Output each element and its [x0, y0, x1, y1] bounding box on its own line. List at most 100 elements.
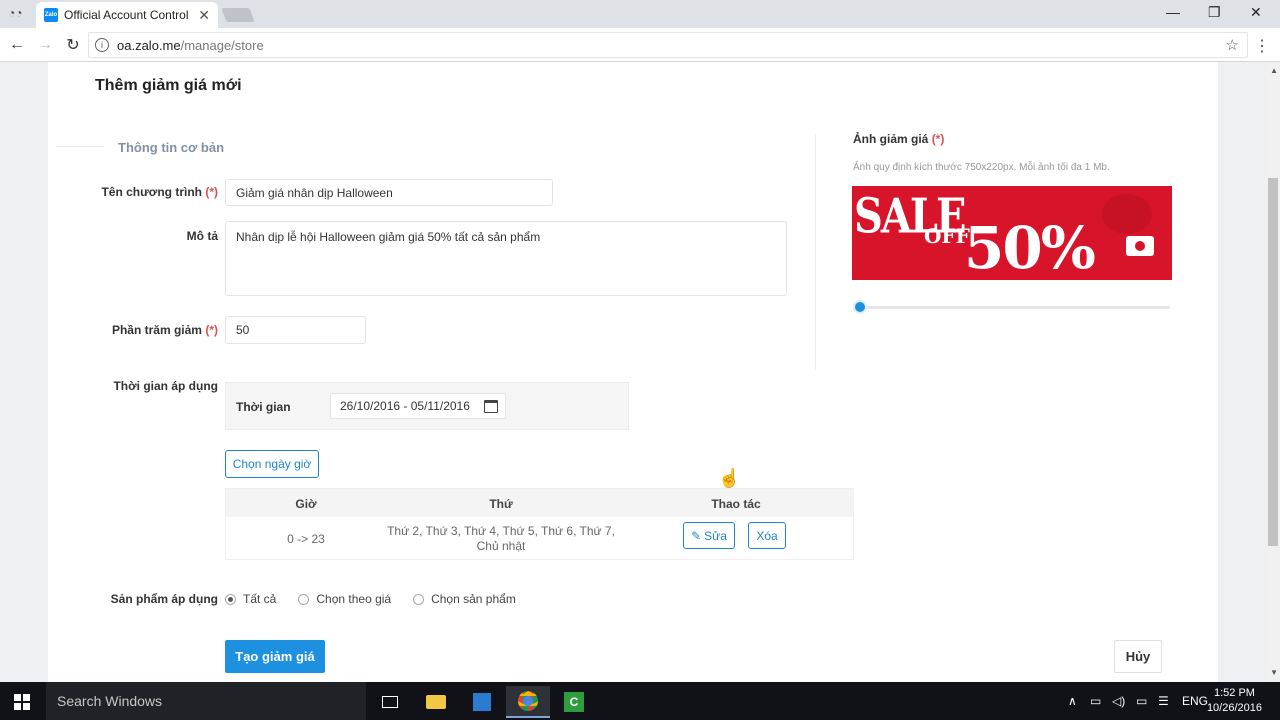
program-name-input[interactable]: Giảm giá nhân dịp Halloween — [225, 179, 553, 206]
notifications-icon[interactable]: ☰ — [1158, 694, 1169, 708]
discount-banner-image[interactable]: SALE OFF 50% — [852, 186, 1172, 280]
choose-datetime-button[interactable]: Chọn ngày giờ — [225, 450, 319, 478]
page-scrollbar[interactable]: ▲ ▼ — [1266, 62, 1280, 682]
url-path: /manage/store — [180, 37, 264, 53]
date-range-input[interactable]: 26/10/2016 - 05/11/2016 — [330, 393, 506, 419]
radio-by-product-input[interactable] — [413, 593, 425, 605]
zoom-slider-track[interactable] — [860, 306, 1170, 309]
browser-tab-bar: ◔◔ Zalo Official Account Control ✕ — ❐ ✕ — [0, 0, 1280, 28]
calendar-icon[interactable] — [484, 400, 498, 413]
page-title: Thêm giảm giá mới — [95, 77, 242, 94]
radio-by-price[interactable]: Chọn theo giá — [298, 592, 391, 606]
time-label: Thời gian — [236, 400, 291, 414]
date-range-value: 26/10/2016 - 05/11/2016 — [340, 399, 470, 413]
required-mark: (*) — [205, 323, 218, 337]
discount-form-card: Thêm giảm giá mới Thông tin cơ bản Tên c… — [48, 62, 1218, 682]
schedule-hours: 0 -> 23 — [287, 532, 325, 546]
battery-icon[interactable]: ▭ — [1090, 694, 1101, 708]
radio-by-price-input[interactable] — [298, 593, 310, 605]
language-indicator[interactable]: ENG — [1182, 694, 1208, 708]
camera-icon[interactable] — [1126, 236, 1154, 256]
file-explorer-icon[interactable] — [414, 686, 458, 718]
windows-start-icon[interactable] — [14, 694, 30, 710]
description-label: Mô tả — [186, 229, 218, 243]
browser-tab[interactable]: Zalo Official Account Control ✕ — [36, 2, 218, 28]
clock-date: 10/26/2016 — [1206, 702, 1262, 714]
cancel-button[interactable]: Hủy — [1114, 640, 1162, 673]
radio-all-label: Tất cả — [243, 592, 277, 606]
back-icon[interactable]: ← — [6, 36, 28, 54]
url-input[interactable]: i oa.zalo.me/manage/store ☆ — [88, 32, 1248, 58]
products-radio-group: Tất cả Chọn theo giá Chọn sản phẩm — [225, 592, 538, 606]
scroll-down-icon[interactable]: ▼ — [1270, 668, 1278, 677]
image-title: Ảnh giảm giá (*) — [853, 132, 944, 146]
taskbar-clock[interactable]: 1:52 PM 10/26/2016 — [1207, 686, 1262, 716]
tray-chevron-icon[interactable]: ∧ — [1068, 694, 1077, 708]
scrollbar-thumb[interactable] — [1268, 178, 1278, 546]
chrome-icon[interactable] — [506, 686, 550, 718]
zalo-favicon-icon: Zalo — [44, 8, 58, 22]
network-icon[interactable]: ▭ — [1136, 694, 1147, 708]
radio-by-product[interactable]: Chọn sản phẩm — [413, 592, 516, 606]
browser-menu-icon[interactable]: ⋮ — [1254, 36, 1270, 56]
tab-title: Official Account Control — [64, 8, 189, 22]
schedule-table: Giờ Thứ Thao tác 0 -> 23 Thứ 2, Thứ 3, T… — [225, 488, 854, 560]
volume-icon[interactable]: ◁) — [1112, 694, 1125, 708]
radio-by-price-label: Chọn theo giá — [316, 592, 392, 606]
panel-divider — [815, 134, 816, 370]
minimize-icon[interactable]: — — [1166, 4, 1180, 20]
radio-by-product-label: Chọn sản phẩm — [431, 592, 516, 606]
window-close-icon[interactable]: ✕ — [1250, 4, 1262, 21]
new-tab-button[interactable] — [221, 8, 255, 22]
create-discount-button[interactable]: Tạo giảm giá — [225, 640, 325, 673]
taskbar-search[interactable]: Search Windows — [46, 682, 366, 720]
reload-icon[interactable]: ↻ — [62, 35, 84, 55]
banner-off-text: OFF — [924, 224, 970, 248]
close-tab-icon[interactable]: ✕ — [198, 7, 210, 24]
program-name-label: Tên chương trình (*) — [48, 185, 218, 199]
radio-all-input[interactable] — [225, 593, 236, 605]
edit-label: Sửa — [704, 528, 727, 543]
page-viewport: Thêm giảm giá mới Thông tin cơ bản Tên c… — [0, 62, 1280, 682]
header-days: Thứ — [489, 497, 513, 511]
section-divider — [56, 146, 104, 147]
banner-percent-text: 50% — [964, 214, 1096, 280]
percent-label-text: Phần trăm giảm — [111, 323, 202, 337]
restore-icon[interactable]: ❐ — [1208, 4, 1221, 21]
pencil-icon: ✎ — [691, 528, 702, 543]
hand-cursor-icon: ☝ — [718, 468, 741, 488]
forward-icon[interactable]: → — [34, 36, 56, 54]
schedule-header: Giờ Thứ Thao tác — [226, 489, 853, 517]
schedule-days: Thứ 2, Thứ 3, Thứ 4, Thứ 5, Thứ 6, Thứ 7… — [376, 524, 626, 554]
camtasia-icon[interactable]: C — [552, 686, 596, 718]
scroll-up-icon[interactable]: ▲ — [1270, 66, 1278, 75]
info-icon[interactable]: i — [95, 38, 109, 52]
bookmark-star-icon[interactable]: ☆ — [1226, 36, 1239, 54]
apply-time-label: Thời gian áp dụng — [113, 379, 218, 393]
required-mark: (*) — [205, 185, 218, 199]
header-hours: Giờ — [295, 497, 317, 511]
description-textarea[interactable]: Nhân dịp lễ hội Halloween giảm giá 50% t… — [225, 221, 787, 296]
schedule-days-line2: Chủ nhật — [476, 539, 526, 553]
program-name-label-text: Tên chương trình — [101, 185, 202, 199]
schedule-days-line1: Thứ 2, Thứ 3, Thứ 4, Thứ 5, Thứ 6, Thứ 7… — [387, 524, 615, 538]
delete-button[interactable]: Xóa — [748, 522, 786, 549]
edit-button[interactable]: ✎ Sửa — [683, 522, 735, 549]
windows-taskbar: Search Windows C ∧ ▭ ◁) ▭ ☰ ENG 1:52 PM … — [0, 682, 1280, 720]
section-title: Thông tin cơ bản — [118, 140, 225, 155]
radio-all[interactable]: Tất cả — [225, 592, 276, 606]
network-app-icon[interactable] — [460, 686, 504, 718]
image-hint: Ảnh quy định kích thước 750x220px. Mỗi ả… — [853, 162, 1110, 173]
bow-decoration — [1102, 194, 1152, 234]
required-mark: (*) — [931, 132, 945, 146]
profile-icon[interactable]: ◔◔ — [8, 6, 23, 20]
zoom-slider-handle[interactable] — [853, 300, 867, 314]
clock-time: 1:52 PM — [1213, 687, 1255, 699]
address-bar: ← → ↻ i oa.zalo.me/manage/store ☆ — [0, 28, 1280, 62]
image-title-text: Ảnh giảm giá — [853, 132, 929, 146]
url-host: oa.zalo.me — [117, 37, 181, 53]
percent-input[interactable]: 50 — [225, 316, 366, 344]
products-label: Sản phẩm áp dụng — [110, 592, 218, 606]
task-view-icon[interactable] — [368, 686, 412, 718]
time-box: Thời gian 26/10/2016 - 05/11/2016 — [225, 382, 629, 430]
